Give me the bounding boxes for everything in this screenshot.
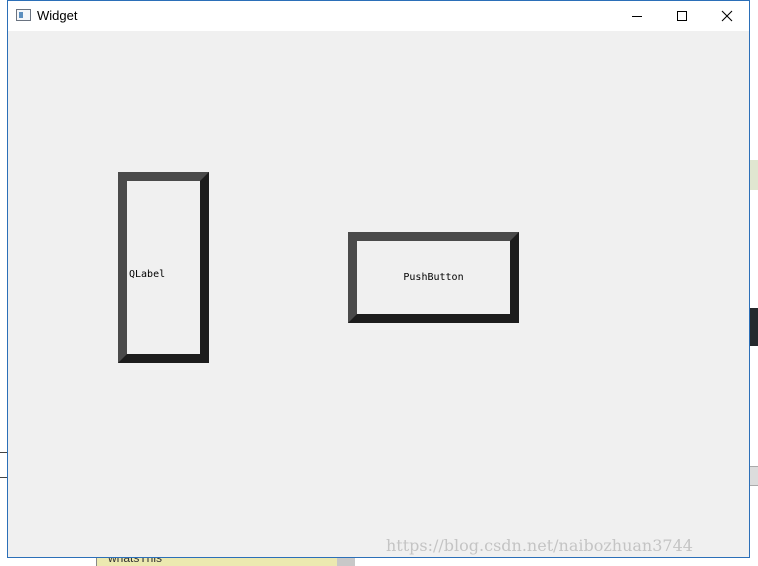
background-window-dark-strip bbox=[750, 308, 758, 346]
background-property-cell bbox=[337, 558, 355, 566]
close-button[interactable] bbox=[704, 1, 750, 31]
maximize-button[interactable] bbox=[659, 1, 705, 31]
window-title: Widget bbox=[37, 8, 78, 23]
background-window-strip bbox=[750, 160, 758, 190]
minimize-icon bbox=[632, 16, 642, 17]
watermark-text: https://blog.csdn.net/naibozhuan3744 bbox=[386, 536, 693, 555]
background-window-tab bbox=[750, 466, 758, 486]
qlabel-frame: QLabel bbox=[118, 172, 209, 363]
close-icon bbox=[721, 10, 733, 22]
push-button[interactable]: PushButton bbox=[348, 232, 519, 323]
push-button-label: PushButton bbox=[403, 272, 464, 283]
qlabel-text: QLabel bbox=[129, 269, 166, 280]
app-window-icon bbox=[16, 9, 31, 21]
title-bar[interactable]: Widget bbox=[8, 1, 749, 31]
minimize-button[interactable] bbox=[614, 1, 660, 31]
maximize-icon bbox=[677, 11, 687, 21]
widget-window[interactable]: Widget QLabel PushButton bbox=[7, 0, 750, 558]
